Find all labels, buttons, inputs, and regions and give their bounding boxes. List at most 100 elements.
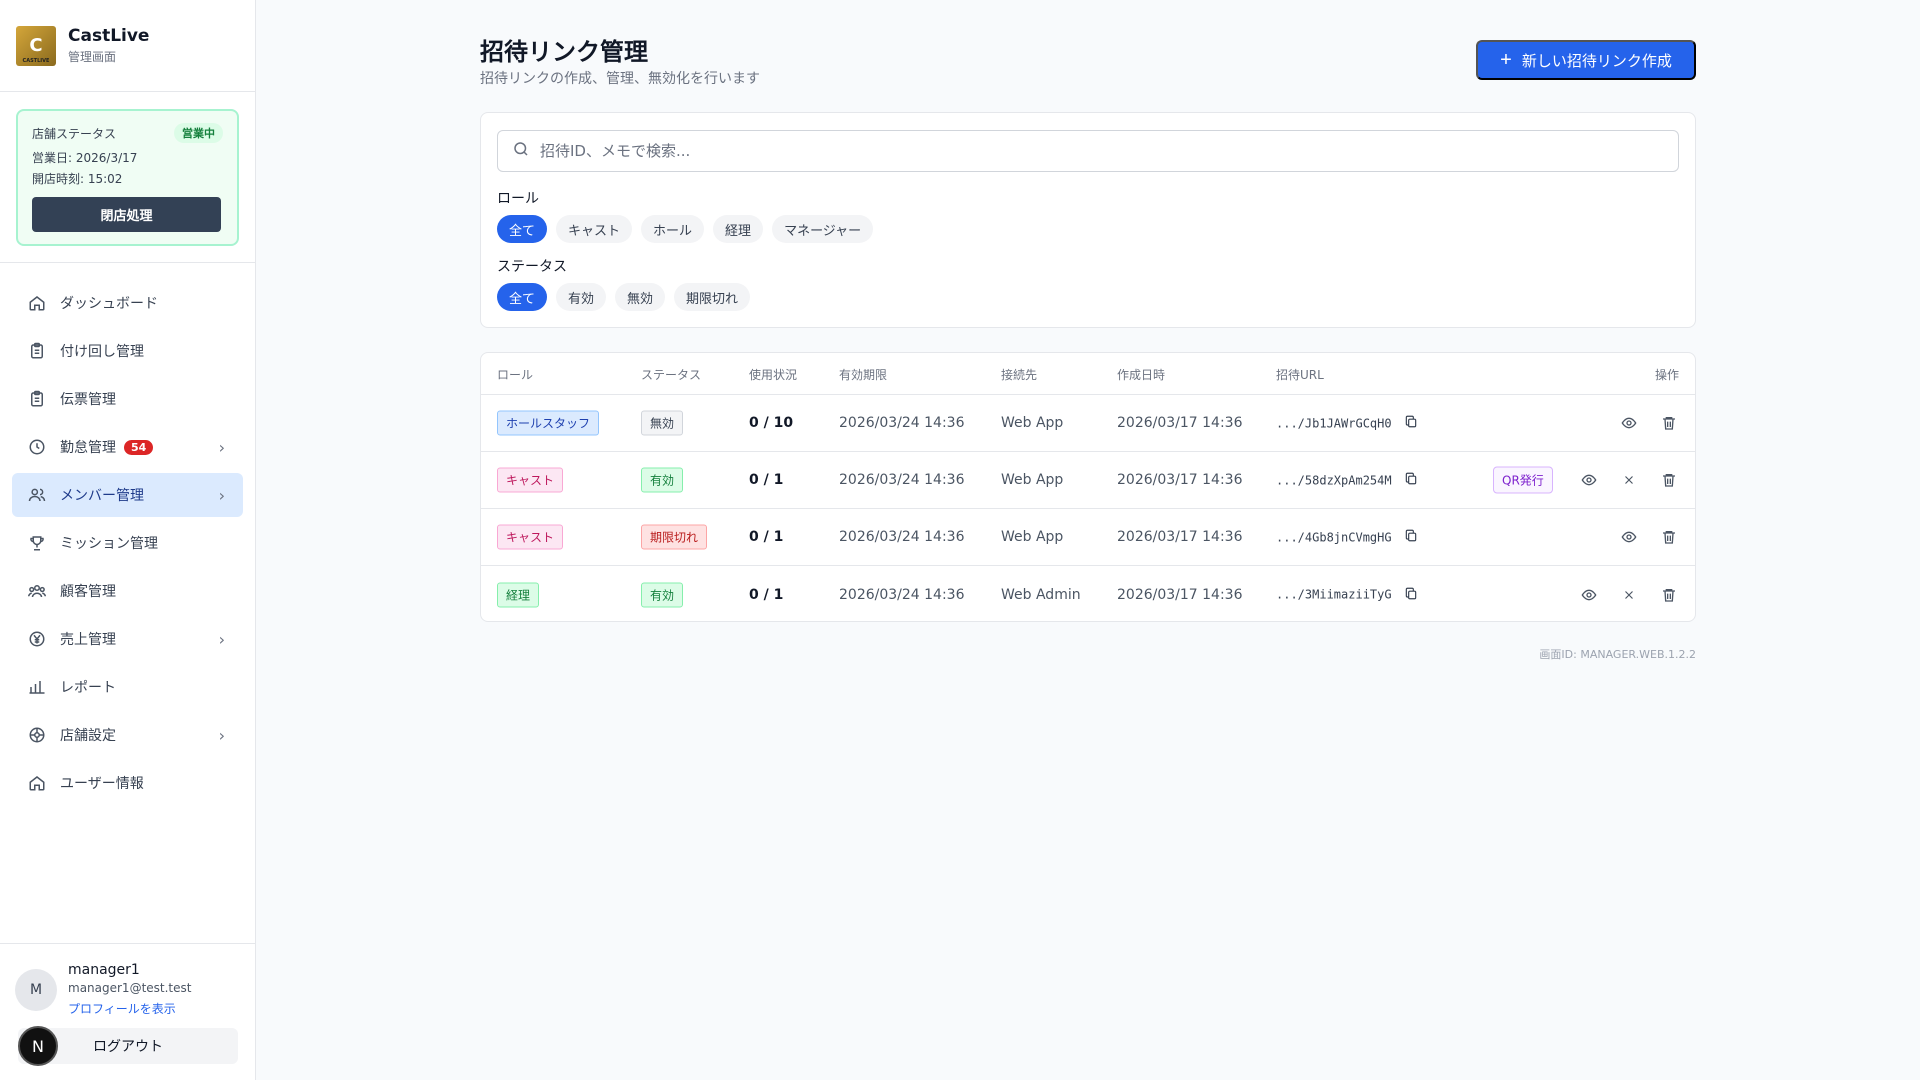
customers-icon bbox=[28, 582, 46, 600]
chevron-right-icon: › bbox=[218, 725, 225, 745]
trophy-icon bbox=[28, 534, 46, 552]
usage-count: 0 / 1 bbox=[749, 529, 784, 545]
expires-at: 2026/03/24 14:36 bbox=[839, 415, 965, 431]
status-chip-all[interactable]: 全て bbox=[497, 283, 548, 311]
expires-at: 2026/03/24 14:36 bbox=[839, 529, 965, 545]
created-at: 2026/03/17 14:36 bbox=[1117, 415, 1243, 431]
n-badge[interactable]: N bbox=[18, 1026, 58, 1066]
column-header-target: 接続先 bbox=[1001, 368, 1038, 382]
sidebar-item-sales[interactable]: 売上管理 › bbox=[12, 617, 243, 661]
chart-icon bbox=[28, 678, 46, 696]
qr-issue-button[interactable]: QR発行 bbox=[1493, 466, 1553, 494]
role-tag: キャスト bbox=[497, 467, 564, 493]
invite-url: .../3MiimaziiTyG bbox=[1276, 587, 1392, 602]
sidebar-item-dashboard[interactable]: ダッシュボード bbox=[12, 281, 243, 325]
copy-icon[interactable] bbox=[1404, 529, 1418, 546]
created-at: 2026/03/17 14:36 bbox=[1117, 529, 1243, 545]
sidebar-item-members[interactable]: メンバー管理 › bbox=[12, 473, 243, 517]
sidebar-item-label: レポート bbox=[60, 680, 116, 696]
business-day: 営業日: 2026/3/17 bbox=[32, 151, 138, 165]
trash-icon[interactable] bbox=[1659, 585, 1679, 605]
copy-icon[interactable] bbox=[1404, 472, 1418, 489]
sidebar-item-label: 店舗設定 bbox=[60, 728, 116, 744]
trash-icon[interactable] bbox=[1659, 470, 1679, 490]
role-filter-label: ロール bbox=[497, 191, 539, 207]
trash-icon[interactable] bbox=[1659, 527, 1679, 547]
table-row: 経理 有効 0 / 1 2026/03/24 14:36 Web Admin 2… bbox=[481, 566, 1695, 621]
profile-link[interactable]: プロフィールを表示 bbox=[68, 1000, 176, 1017]
close-icon[interactable] bbox=[1619, 585, 1639, 605]
view-icon[interactable] bbox=[1619, 527, 1639, 547]
table-row: キャスト 期限切れ 0 / 1 2026/03/24 14:36 Web App… bbox=[481, 509, 1695, 566]
sidebar-item-store-settings[interactable]: 店舗設定 › bbox=[12, 713, 243, 757]
invite-url: .../4Gb8jnCVmgHG bbox=[1276, 530, 1392, 544]
yen-icon bbox=[28, 630, 46, 648]
copy-icon[interactable] bbox=[1404, 586, 1418, 603]
castlive-logo: C CASTLIVE bbox=[16, 25, 56, 66]
sidebar-item-label: ダッシュボード bbox=[60, 296, 158, 312]
status-tag: 無効 bbox=[641, 410, 684, 436]
trash-icon[interactable] bbox=[1659, 413, 1679, 433]
column-header-actions: 操作 bbox=[1654, 368, 1679, 382]
copy-icon[interactable] bbox=[1404, 415, 1418, 432]
status-badge: 営業中 bbox=[174, 123, 223, 143]
expires-at: 2026/03/24 14:36 bbox=[839, 472, 965, 488]
chevron-right-icon: › bbox=[218, 437, 225, 457]
role-chip-manager[interactable]: マネージャー bbox=[772, 215, 874, 243]
sidebar-item-table-assign[interactable]: 付け回し管理 bbox=[12, 329, 243, 373]
screen-id: 画面ID: MANAGER.WEB.1.2.2 bbox=[1539, 648, 1696, 661]
status-chip-inactive[interactable]: 無効 bbox=[615, 283, 666, 311]
status-chip-active[interactable]: 有効 bbox=[556, 283, 607, 311]
column-header-status: ステータス bbox=[641, 368, 702, 382]
chevron-right-icon: › bbox=[218, 629, 225, 649]
search-input[interactable] bbox=[540, 142, 1640, 160]
page-subtitle: 招待リンクの作成、管理、無効化を行います bbox=[480, 71, 760, 87]
connection-target: Web App bbox=[1001, 415, 1064, 431]
divider bbox=[0, 262, 255, 263]
search-box[interactable] bbox=[497, 130, 1679, 172]
view-icon[interactable] bbox=[1579, 585, 1599, 605]
usage-count: 0 / 1 bbox=[749, 472, 784, 488]
close-icon[interactable] bbox=[1619, 470, 1639, 490]
page-title: 招待リンク管理 bbox=[480, 38, 648, 66]
status-tag: 有効 bbox=[641, 582, 684, 607]
usage-count: 0 / 10 bbox=[749, 415, 794, 431]
sidebar-item-attendance[interactable]: 勤怠管理 54 › bbox=[12, 425, 243, 469]
sidebar-item-slips[interactable]: 伝票管理 bbox=[12, 377, 243, 421]
store-status-label: 店舗ステータス bbox=[32, 126, 117, 141]
clipboard-icon bbox=[28, 390, 46, 408]
status-tag: 有効 bbox=[641, 467, 684, 493]
plus-icon: + bbox=[1500, 49, 1512, 71]
sidebar-item-reports[interactable]: レポート bbox=[12, 665, 243, 709]
view-icon[interactable] bbox=[1619, 413, 1639, 433]
column-header-url: 招待URL bbox=[1276, 368, 1324, 382]
invite-links-table: ロール ステータス 使用状況 有効期限 接続先 作成日時 招待URL 操作 ホー… bbox=[480, 352, 1696, 622]
role-chip-accounting[interactable]: 経理 bbox=[713, 215, 764, 243]
table-header: ロール ステータス 使用状況 有効期限 接続先 作成日時 招待URL 操作 bbox=[481, 353, 1695, 395]
chevron-right-icon: › bbox=[218, 485, 225, 505]
close-store-button[interactable]: 閉店処理 bbox=[32, 197, 221, 232]
create-invite-link-button[interactable]: + 新しい招待リンク作成 bbox=[1476, 40, 1696, 80]
created-at: 2026/03/17 14:36 bbox=[1117, 472, 1243, 488]
role-chip-all[interactable]: 全て bbox=[497, 215, 548, 243]
connection-target: Web Admin bbox=[1001, 586, 1081, 603]
status-filter-chips: 全て 有効 無効 期限切れ bbox=[497, 283, 751, 311]
view-icon[interactable] bbox=[1579, 470, 1599, 490]
avatar: M bbox=[15, 969, 57, 1011]
store-status-card: 店舗ステータス 営業中 営業日: 2026/3/17 開店時刻: 15:02 閉… bbox=[16, 109, 239, 246]
table-row: ホールスタッフ 無効 0 / 10 2026/03/24 14:36 Web A… bbox=[481, 395, 1695, 452]
sidebar-item-user-info[interactable]: ユーザー情報 bbox=[12, 761, 243, 805]
role-tag: 経理 bbox=[497, 582, 540, 607]
role-chip-hall[interactable]: ホール bbox=[641, 215, 705, 243]
status-chip-expired[interactable]: 期限切れ bbox=[674, 283, 751, 311]
sidebar-item-label: ミッション管理 bbox=[60, 536, 158, 552]
sidebar-item-label: メンバー管理 bbox=[60, 488, 144, 504]
user-name: manager1 bbox=[68, 962, 140, 978]
status-tag: 期限切れ bbox=[641, 524, 708, 550]
column-header-created: 作成日時 bbox=[1117, 368, 1166, 382]
invite-url: .../Jb1JAWrGCqH0 bbox=[1276, 416, 1392, 430]
sidebar-item-customers[interactable]: 顧客管理 bbox=[12, 569, 243, 613]
sidebar-item-missions[interactable]: ミッション管理 bbox=[12, 521, 243, 565]
brand-title: CastLive bbox=[68, 26, 150, 46]
role-chip-cast[interactable]: キャスト bbox=[556, 215, 633, 243]
